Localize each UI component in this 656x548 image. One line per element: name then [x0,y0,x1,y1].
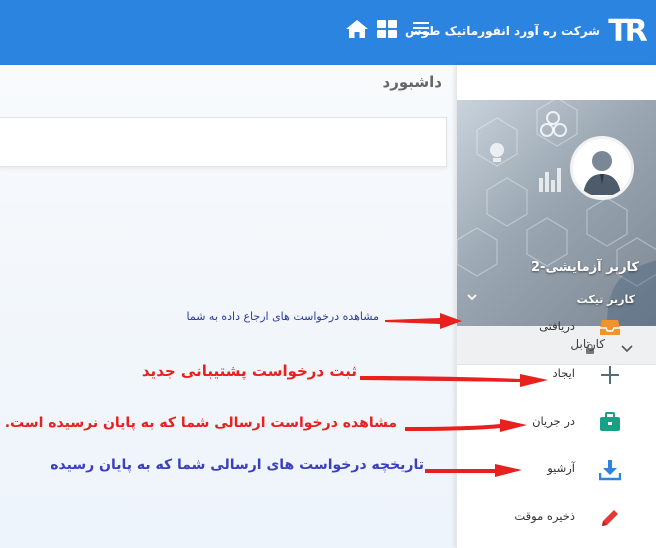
arrow-received [385,313,462,329]
annotation-create: ثبت درخواست پشتیبانی جدید [141,362,357,380]
arrow-create [360,374,548,387]
arrow-in-progress [405,419,527,432]
arrow-archive [425,464,522,477]
annotation-received: مشاهده درخواست های ارجاع داده به شما [186,310,380,323]
annotation-archive: تاریخچه درخواست های ارسالی شما که به پای… [50,457,424,473]
annotation-in-progress: مشاهده درخواست ارسالی شما که به پایان نر… [4,415,397,431]
